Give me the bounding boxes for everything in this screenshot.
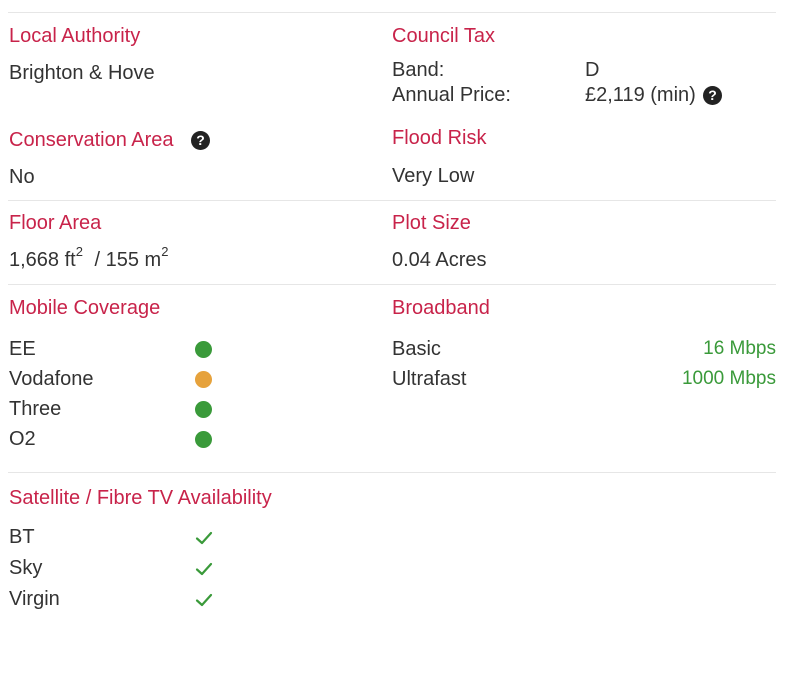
mobile-network-name: EE xyxy=(9,338,36,360)
top-divider xyxy=(8,12,776,13)
divider-2 xyxy=(8,284,776,285)
council-tax-help-icon[interactable]: ? xyxy=(703,86,722,105)
plot-size-value: 0.04 Acres xyxy=(392,249,487,271)
council-tax-band-label: Band: xyxy=(392,59,445,81)
floor-area-value: 1,668 ft2 / 155 m2 xyxy=(9,245,168,272)
check-icon xyxy=(195,531,213,545)
tv-provider-name: BT xyxy=(9,526,35,548)
conservation-area-value: No xyxy=(9,166,35,188)
broadband-type: Ultrafast xyxy=(392,368,467,390)
local-authority-heading: Local Authority xyxy=(9,25,141,47)
floor-area-sqft-power: 2 xyxy=(75,244,83,259)
tv-availability-heading: Satellite / Fibre TV Availability xyxy=(9,487,272,509)
council-tax-price-value: £2,119 (min) xyxy=(585,84,696,106)
coverage-status-dot xyxy=(195,341,212,358)
tv-provider-name: Sky xyxy=(9,557,43,579)
floor-area-heading: Floor Area xyxy=(9,212,102,234)
conservation-area-heading: Conservation Area xyxy=(9,129,174,151)
flood-risk-heading: Flood Risk xyxy=(392,127,487,149)
mobile-network-name: Three xyxy=(9,398,62,420)
plot-size-heading: Plot Size xyxy=(392,212,471,234)
coverage-status-dot xyxy=(195,431,212,448)
check-icon xyxy=(195,562,213,576)
floor-area-sqm-power: 2 xyxy=(161,244,169,259)
council-tax-price-label: Annual Price: xyxy=(392,84,511,106)
broadband-heading: Broadband xyxy=(392,297,490,319)
divider-1 xyxy=(8,200,776,201)
floor-area-sqm: / 155 m xyxy=(88,249,162,271)
council-tax-heading: Council Tax xyxy=(392,25,496,47)
flood-risk-value: Very Low xyxy=(392,165,475,187)
check-icon xyxy=(195,593,213,607)
conservation-area-help-icon[interactable]: ? xyxy=(191,131,210,150)
tv-provider-name: Virgin xyxy=(9,588,60,610)
broadband-speed: 1000 Mbps xyxy=(681,368,776,389)
mobile-network-name: Vodafone xyxy=(9,368,94,390)
divider-3 xyxy=(8,472,776,473)
coverage-status-dot xyxy=(195,371,212,388)
local-authority-value: Brighton & Hove xyxy=(9,62,155,84)
floor-area-sqft: 1,668 ft xyxy=(9,249,76,271)
council-tax-band-value: D xyxy=(585,59,600,81)
broadband-type: Basic xyxy=(392,338,441,360)
mobile-network-name: O2 xyxy=(9,428,36,450)
coverage-status-dot xyxy=(195,401,212,418)
broadband-speed: 16 Mbps xyxy=(703,338,776,359)
mobile-coverage-heading: Mobile Coverage xyxy=(9,297,161,319)
